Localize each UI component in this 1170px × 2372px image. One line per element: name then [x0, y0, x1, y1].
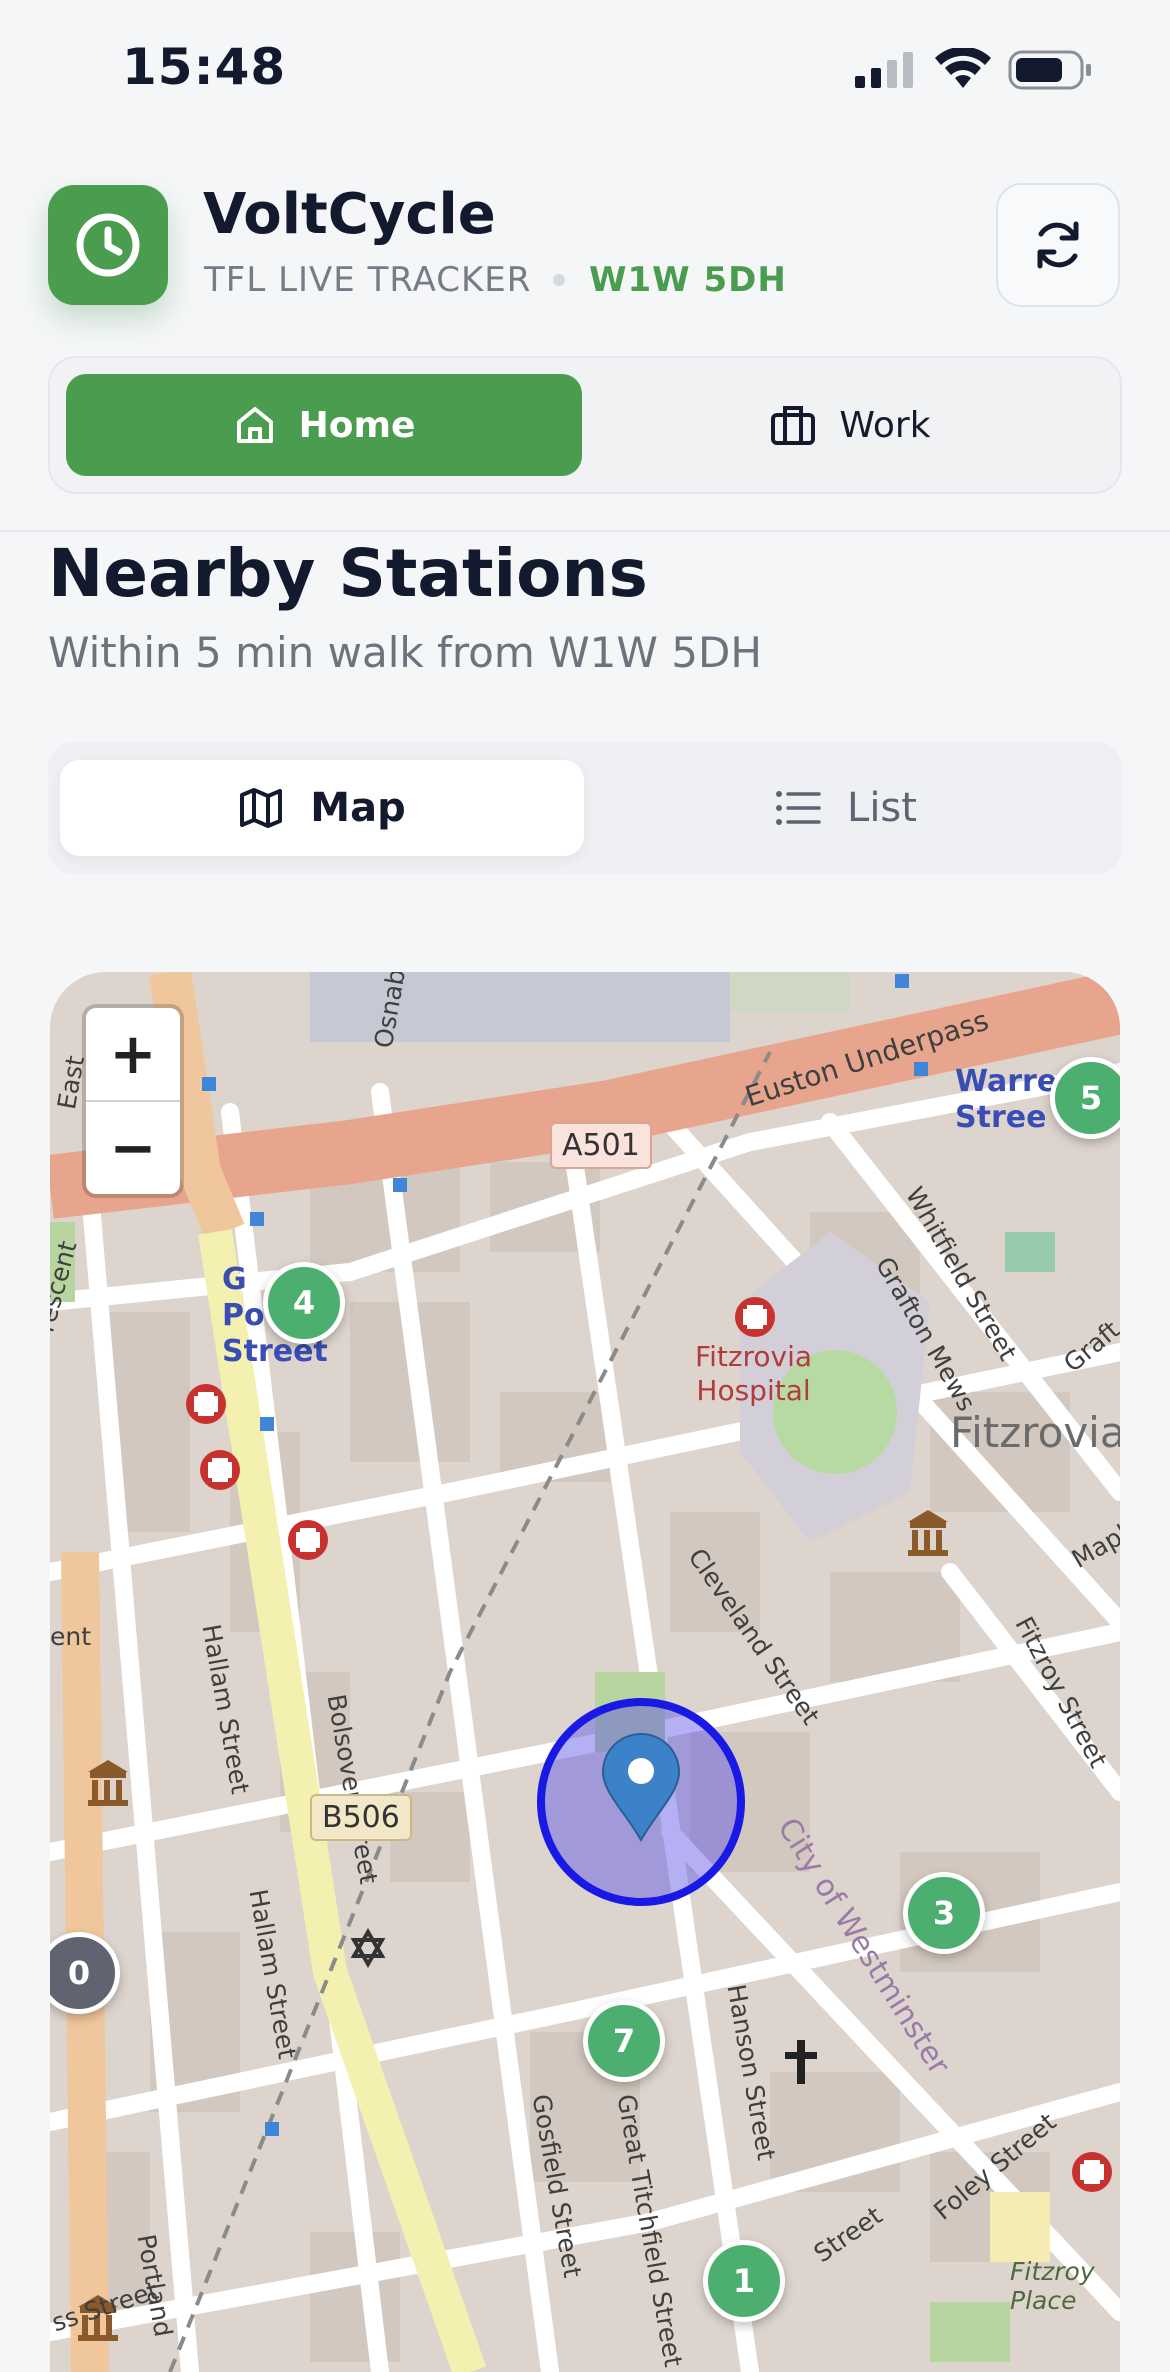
wifi-icon: [935, 48, 991, 88]
map-icon: [240, 788, 283, 828]
home-icon: [236, 407, 273, 443]
tab-map-label: Map: [310, 785, 406, 831]
tab-list[interactable]: List: [584, 760, 1108, 856]
label-b506: B506: [310, 1794, 412, 1841]
section-title: Nearby Stations: [48, 535, 648, 612]
location-switcher: Home Work: [48, 356, 1122, 494]
label-warren-street: Warre Stree: [955, 1064, 1058, 1135]
zoom-out-button[interactable]: −: [86, 1100, 180, 1194]
zoom-in-button[interactable]: +: [86, 1008, 180, 1100]
tab-work-label: Work: [839, 404, 931, 446]
list-icon: [776, 791, 821, 825]
header-divider: [0, 530, 1170, 532]
view-switcher: Map List: [48, 742, 1122, 874]
section-subtitle: Within 5 min walk from W1W 5DH: [48, 628, 762, 677]
app-name: VoltCycle: [203, 182, 496, 247]
status-bar: 15:48: [0, 0, 1170, 140]
label-ent: ent: [50, 1622, 92, 1651]
cellular-signal-icon: [855, 52, 913, 88]
station-marker[interactable]: 3: [903, 1872, 985, 1954]
status-time: 15:48: [122, 38, 287, 96]
tab-work[interactable]: Work: [592, 374, 1108, 476]
label-fitzrovia-hospital: Fitzrovia Hospital: [695, 1340, 813, 1407]
label-fitzroy-place: Fitzroy Place: [1010, 2257, 1095, 2315]
tab-map[interactable]: Map: [60, 760, 584, 856]
tab-list-label: List: [847, 785, 917, 831]
app-subtitle: TFL LIVE TRACKER: [204, 260, 532, 300]
app-logo: [48, 185, 168, 305]
station-marker[interactable]: 7: [583, 2000, 665, 2082]
briefcase-icon: [771, 406, 816, 445]
label-fitzrovia: Fitzrovia: [950, 1408, 1120, 1457]
battery-icon: [1008, 50, 1091, 90]
separator-dot: [553, 274, 565, 286]
refresh-button[interactable]: [996, 183, 1120, 307]
postcode-label: W1W 5DH: [589, 260, 787, 300]
station-marker[interactable]: 1: [703, 2240, 785, 2322]
stations-map[interactable]: Osnab Euston Underpass A501 Warre Stree …: [50, 972, 1120, 2372]
clock-icon: [76, 213, 140, 277]
tab-home[interactable]: Home: [66, 374, 582, 476]
refresh-icon: [1037, 221, 1079, 269]
label-a501: A501: [550, 1122, 652, 1169]
station-marker[interactable]: 4: [263, 1262, 345, 1344]
zoom-controls: + −: [86, 1008, 180, 1194]
tab-home-label: Home: [298, 404, 416, 446]
